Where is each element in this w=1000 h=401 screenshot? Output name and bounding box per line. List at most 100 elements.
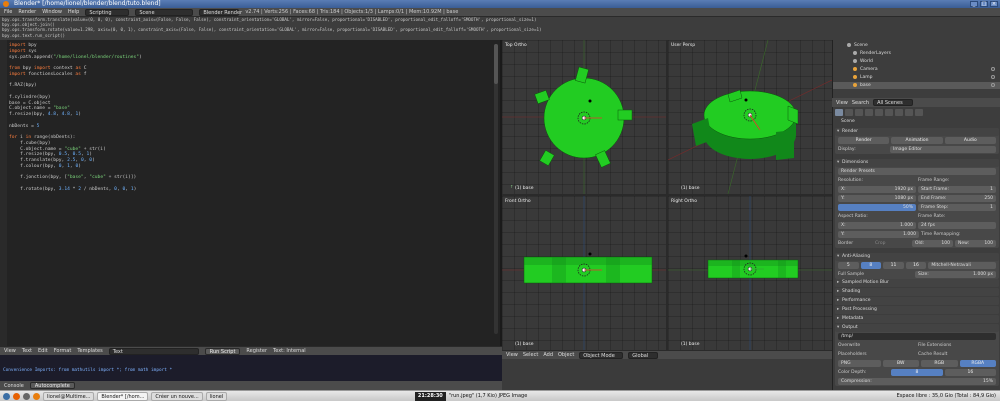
resolution-x-field[interactable]: X: 1920 px: [838, 186, 916, 193]
task-blender[interactable]: Blender* [/hom...: [97, 391, 149, 401]
mode-select[interactable]: Object Mode: [579, 351, 624, 359]
menu-file[interactable]: File: [4, 9, 12, 15]
tab-scene-icon[interactable]: [855, 109, 863, 116]
tab-object-icon[interactable]: [875, 109, 883, 116]
tab-render-icon[interactable]: [835, 109, 843, 116]
outliner-item[interactable]: World: [833, 58, 1000, 65]
transform-orientation-select[interactable]: Global: [628, 351, 659, 359]
aspect-x-field[interactable]: X: 1.000: [838, 222, 916, 229]
render-button[interactable]: Render: [838, 137, 890, 144]
menu-add[interactable]: Add: [543, 352, 553, 358]
render-engine-select[interactable]: Blender Render: [199, 8, 242, 16]
compression-slider[interactable]: Compression: 15%: [838, 378, 996, 385]
post-processing-panel-header[interactable]: Post Processing: [835, 306, 999, 314]
menu-object[interactable]: Object: [558, 352, 574, 358]
color-depth-8[interactable]: 8: [891, 369, 943, 376]
display-select[interactable]: Image Editor: [890, 146, 996, 153]
metadata-panel-header[interactable]: Metadata: [835, 315, 999, 323]
tab-world-icon[interactable]: [865, 109, 873, 116]
menu-help[interactable]: Help: [68, 9, 79, 15]
outliner-item[interactable]: Camera: [833, 66, 1000, 73]
outliner-item[interactable]: base: [833, 82, 1000, 89]
time-old-field[interactable]: Old: 100: [912, 240, 953, 247]
outliner-item[interactable]: Lamp: [833, 74, 1000, 81]
outliner-item[interactable]: Scene: [833, 42, 1000, 49]
editor-scrollbar[interactable]: [494, 44, 498, 334]
visibility-eye-icon[interactable]: [991, 83, 995, 87]
viewport-user-persp[interactable]: User Persp (1) base: [668, 40, 832, 194]
tab-constraints-icon[interactable]: [885, 109, 893, 116]
text-datablock-field[interactable]: Text: [108, 347, 199, 355]
color-mode-bw[interactable]: BW: [882, 360, 919, 367]
viewport-front-ortho[interactable]: Front Ortho (1) base: [502, 196, 666, 350]
scene-select[interactable]: Scene: [135, 8, 194, 16]
display-mode-select[interactable]: All Scenes: [873, 99, 914, 106]
outliner[interactable]: Scene RenderLayers World Camera Lamp bas…: [832, 40, 1000, 98]
time-new-field[interactable]: New: 100: [955, 240, 996, 247]
frame-rate-select[interactable]: 24 fps: [918, 222, 996, 229]
properties-editor[interactable]: Scene Render Render Animation Audio Disp…: [832, 107, 1000, 390]
frame-step-field[interactable]: Frame Step: 1: [918, 204, 996, 211]
menu-templates[interactable]: Templates: [77, 348, 102, 354]
overwrite-checkbox[interactable]: Overwrite: [838, 342, 916, 349]
performance-panel-header[interactable]: Performance: [835, 297, 999, 305]
aa-samples-16[interactable]: 16: [905, 262, 927, 269]
terminal-icon[interactable]: [23, 392, 30, 400]
border-checkbox[interactable]: Border: [838, 240, 873, 247]
code-area[interactable]: import bpy import sys sys.path.append("/ho…: [9, 43, 142, 193]
tab-render-layers-icon[interactable]: [845, 109, 853, 116]
aa-filter-select[interactable]: Mitchell-Netravali: [928, 262, 997, 269]
visibility-eye-icon[interactable]: [991, 67, 995, 71]
screen-layout-select[interactable]: Scripting: [85, 8, 130, 16]
file-format-select[interactable]: PNG: [838, 360, 881, 367]
close-icon[interactable]: ×: [990, 1, 998, 7]
tab-modifiers-icon[interactable]: [895, 109, 903, 116]
menu-search[interactable]: Search: [852, 100, 869, 106]
resolution-y-field[interactable]: Y: 1080 px: [838, 195, 916, 202]
outliner-item[interactable]: RenderLayers: [833, 50, 1000, 57]
render-panel-header[interactable]: Render: [835, 128, 999, 136]
end-frame-field[interactable]: End Frame: 250: [918, 195, 996, 202]
minimize-icon[interactable]: _: [970, 1, 978, 7]
menu-edit[interactable]: Edit: [38, 348, 48, 354]
visibility-eye-icon[interactable]: [991, 75, 995, 79]
audio-button[interactable]: Audio: [944, 137, 996, 144]
aa-size-field[interactable]: Size: 1.000 px: [915, 271, 996, 278]
scrollbar-thumb[interactable]: [494, 44, 498, 84]
task-browser[interactable]: Créer un nouve...: [151, 391, 203, 401]
menu-window[interactable]: Window: [42, 9, 62, 15]
motion-blur-panel-header[interactable]: Sampled Motion Blur: [835, 279, 999, 287]
viewport-top-ortho[interactable]: ↑ Top Ortho (1) base: [502, 40, 666, 194]
menu-render[interactable]: Render: [18, 9, 36, 15]
shading-panel-header[interactable]: Shading: [835, 288, 999, 296]
register-checkbox[interactable]: Register: [246, 348, 267, 354]
viewport-right-ortho[interactable]: Right Ortho (1) base: [668, 196, 832, 350]
menu-text[interactable]: Text: [22, 348, 32, 354]
menu-view[interactable]: View: [836, 100, 848, 106]
task-file-manager[interactable]: lionel: [205, 391, 228, 401]
output-panel-header[interactable]: Output: [835, 324, 999, 332]
aa-samples-11[interactable]: 11: [883, 262, 904, 269]
3d-view-quad[interactable]: ↑ Top Ortho (1) base User Persp (1) base…: [502, 40, 832, 350]
aspect-y-field[interactable]: Y: 1.000: [838, 231, 919, 238]
dimensions-panel-header[interactable]: Dimensions: [835, 159, 999, 167]
anti-aliasing-panel-header[interactable]: Anti-Aliasing: [835, 253, 999, 261]
animation-button[interactable]: Animation: [891, 137, 943, 144]
menu-select[interactable]: Select: [523, 352, 538, 358]
color-mode-rgb[interactable]: RGB: [921, 360, 958, 367]
task-terminal[interactable]: lionel@Multime...: [43, 391, 95, 401]
maximize-icon[interactable]: □: [980, 1, 988, 7]
output-path-field[interactable]: /tmp/: [838, 333, 996, 340]
full-sample-checkbox[interactable]: Full Sample: [838, 271, 913, 278]
menu-format[interactable]: Format: [54, 348, 72, 354]
text-editor[interactable]: import bpy import sys sys.path.append("/ho…: [0, 40, 502, 346]
file-extensions-checkbox[interactable]: File Extensions: [918, 342, 996, 349]
run-script-button[interactable]: Run Script: [204, 347, 241, 355]
start-menu-icon[interactable]: [3, 392, 10, 400]
resolution-percentage-slider[interactable]: 50%: [838, 204, 916, 211]
menu-view[interactable]: View: [506, 352, 518, 358]
python-console[interactable]: Convenience Imports: from mathutils impo…: [0, 355, 502, 390]
menu-console[interactable]: Console: [4, 383, 24, 389]
crop-checkbox[interactable]: Crop: [875, 240, 910, 247]
autocomplete-button[interactable]: Autocomplete: [29, 382, 75, 389]
